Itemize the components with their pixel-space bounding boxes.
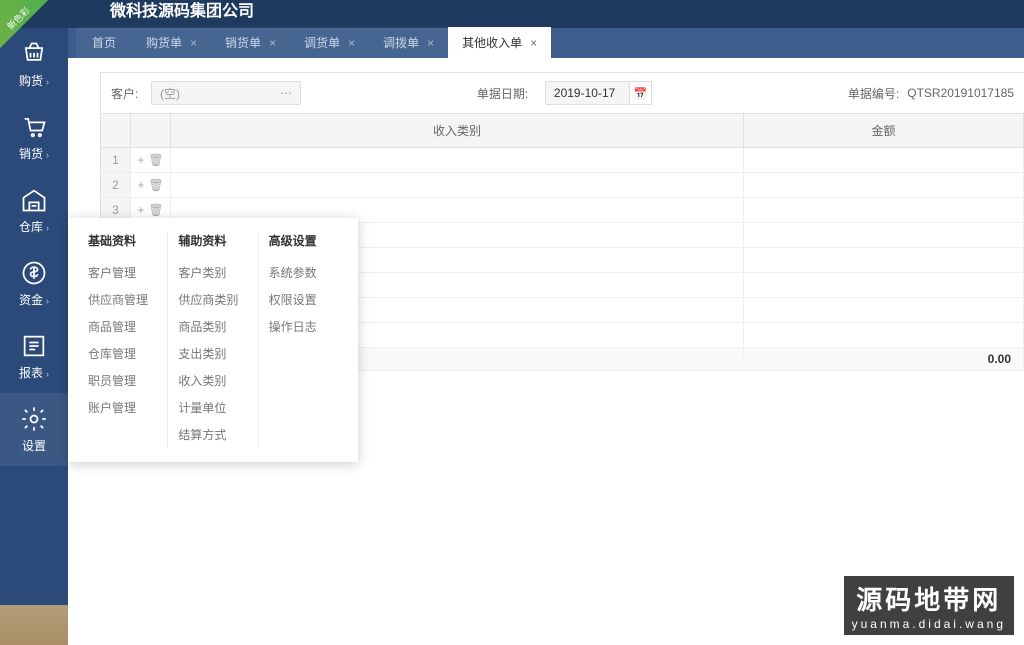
popup-col-aux: 辅助资料 客户类别 供应商类别 商品类别 支出类别 收入类别 计量单位 结算方式 — [167, 232, 257, 448]
gear-icon — [20, 405, 48, 433]
total-amount: 0.00 — [744, 348, 1024, 370]
chevron-right-icon: › — [46, 369, 49, 379]
col-amount: 金额 — [744, 114, 1024, 147]
menu-product-cat[interactable]: 商品类别 — [178, 313, 247, 340]
customer-label: 客户: — [111, 85, 143, 102]
delete-icon[interactable]: 🗑 — [148, 203, 163, 217]
add-icon[interactable]: + — [137, 153, 144, 167]
sidebar-item-sales[interactable]: 销货› — [0, 101, 68, 174]
orderno-value: QTSR20191017185 — [907, 86, 1014, 100]
tab-allocation-order[interactable]: 调拨单× — [369, 27, 448, 58]
form-row: 客户: (空) ⋯ 单据日期: 2019-10-17 📅 单据编号: QTSR2… — [101, 73, 1024, 113]
col-income-type: 收入类别 — [171, 114, 744, 147]
menu-customer-cat[interactable]: 客户类别 — [178, 259, 247, 286]
sidebar: 购货› 销货› 仓库› 资金› 报表› 设置 — [0, 28, 68, 645]
tab-sales-order[interactable]: 销货单× — [211, 27, 290, 58]
basket-icon — [20, 40, 48, 68]
sidebar-item-reports[interactable]: 报表› — [0, 320, 68, 393]
menu-warehouse-mgmt[interactable]: 仓库管理 — [88, 340, 157, 367]
warehouse-icon — [20, 186, 48, 214]
chevron-right-icon: › — [46, 296, 49, 306]
orderno-label: 单据编号: — [848, 85, 899, 102]
table-row[interactable]: 2 +🗑 — [101, 173, 1024, 198]
col-rownum — [101, 114, 131, 147]
menu-staff-mgmt[interactable]: 职员管理 — [88, 367, 157, 394]
chevron-right-icon: › — [46, 150, 49, 160]
delete-icon[interactable]: 🗑 — [148, 178, 163, 192]
cart-icon — [20, 113, 48, 141]
tabbar: 首页 购货单× 销货单× 调货单× 调拨单× 其他收入单× — [68, 28, 1024, 58]
sidebar-item-funds[interactable]: 资金› — [0, 247, 68, 320]
report-icon — [20, 332, 48, 360]
popup-col-advanced: 高级设置 系统参数 权限设置 操作日志 — [258, 232, 348, 448]
menu-income-cat[interactable]: 收入类别 — [178, 367, 247, 394]
delete-icon[interactable]: 🗑 — [148, 153, 163, 167]
close-icon[interactable]: × — [427, 36, 434, 50]
date-input[interactable]: 2019-10-17 — [545, 81, 630, 105]
menu-account-mgmt[interactable]: 账户管理 — [88, 394, 157, 421]
ellipsis-icon[interactable]: ⋯ — [280, 86, 292, 100]
menu-product-mgmt[interactable]: 商品管理 — [88, 313, 157, 340]
customer-input[interactable]: (空) ⋯ — [151, 81, 301, 105]
menu-system-params[interactable]: 系统参数 — [269, 259, 338, 286]
col-actions — [131, 114, 171, 147]
tab-home[interactable]: 首页 — [76, 27, 132, 58]
watermark: 源码地带网 yuanma.didai.wang — [844, 576, 1014, 635]
tab-purchase-order[interactable]: 购货单× — [132, 27, 211, 58]
menu-expense-cat[interactable]: 支出类别 — [178, 340, 247, 367]
close-icon[interactable]: × — [530, 36, 537, 50]
menu-supplier-mgmt[interactable]: 供应商管理 — [88, 286, 157, 313]
tab-transfer-order[interactable]: 调货单× — [290, 27, 369, 58]
sidebar-item-warehouse[interactable]: 仓库› — [0, 174, 68, 247]
menu-settlement[interactable]: 结算方式 — [178, 421, 247, 448]
money-icon — [20, 259, 48, 287]
tab-other-income[interactable]: 其他收入单× — [448, 27, 551, 58]
chevron-right-icon: › — [46, 77, 49, 87]
menu-customer-mgmt[interactable]: 客户管理 — [88, 259, 157, 286]
menu-permissions[interactable]: 权限设置 — [269, 286, 338, 313]
sidebar-item-settings[interactable]: 设置 — [0, 393, 68, 466]
close-icon[interactable]: × — [190, 36, 197, 50]
close-icon[interactable]: × — [269, 36, 276, 50]
add-icon[interactable]: + — [137, 203, 144, 217]
add-icon[interactable]: + — [137, 178, 144, 192]
menu-supplier-cat[interactable]: 供应商类别 — [178, 286, 247, 313]
menu-oplog[interactable]: 操作日志 — [269, 313, 338, 340]
company-logo: 微科技源码集团公司 — [110, 0, 254, 21]
settings-popup: 基础资料 客户管理 供应商管理 商品管理 仓库管理 职员管理 账户管理 辅助资料… — [68, 218, 358, 462]
popup-col-basic: 基础资料 客户管理 供应商管理 商品管理 仓库管理 职员管理 账户管理 — [78, 232, 167, 448]
calendar-icon[interactable]: 📅 — [630, 81, 652, 105]
sidebar-item-purchase[interactable]: 购货› — [0, 28, 68, 101]
table-row[interactable]: 1 +🗑 — [101, 148, 1024, 173]
date-label: 单据日期: — [477, 85, 537, 102]
chevron-right-icon: › — [46, 223, 49, 233]
close-icon[interactable]: × — [348, 36, 355, 50]
menu-unit[interactable]: 计量单位 — [178, 394, 247, 421]
